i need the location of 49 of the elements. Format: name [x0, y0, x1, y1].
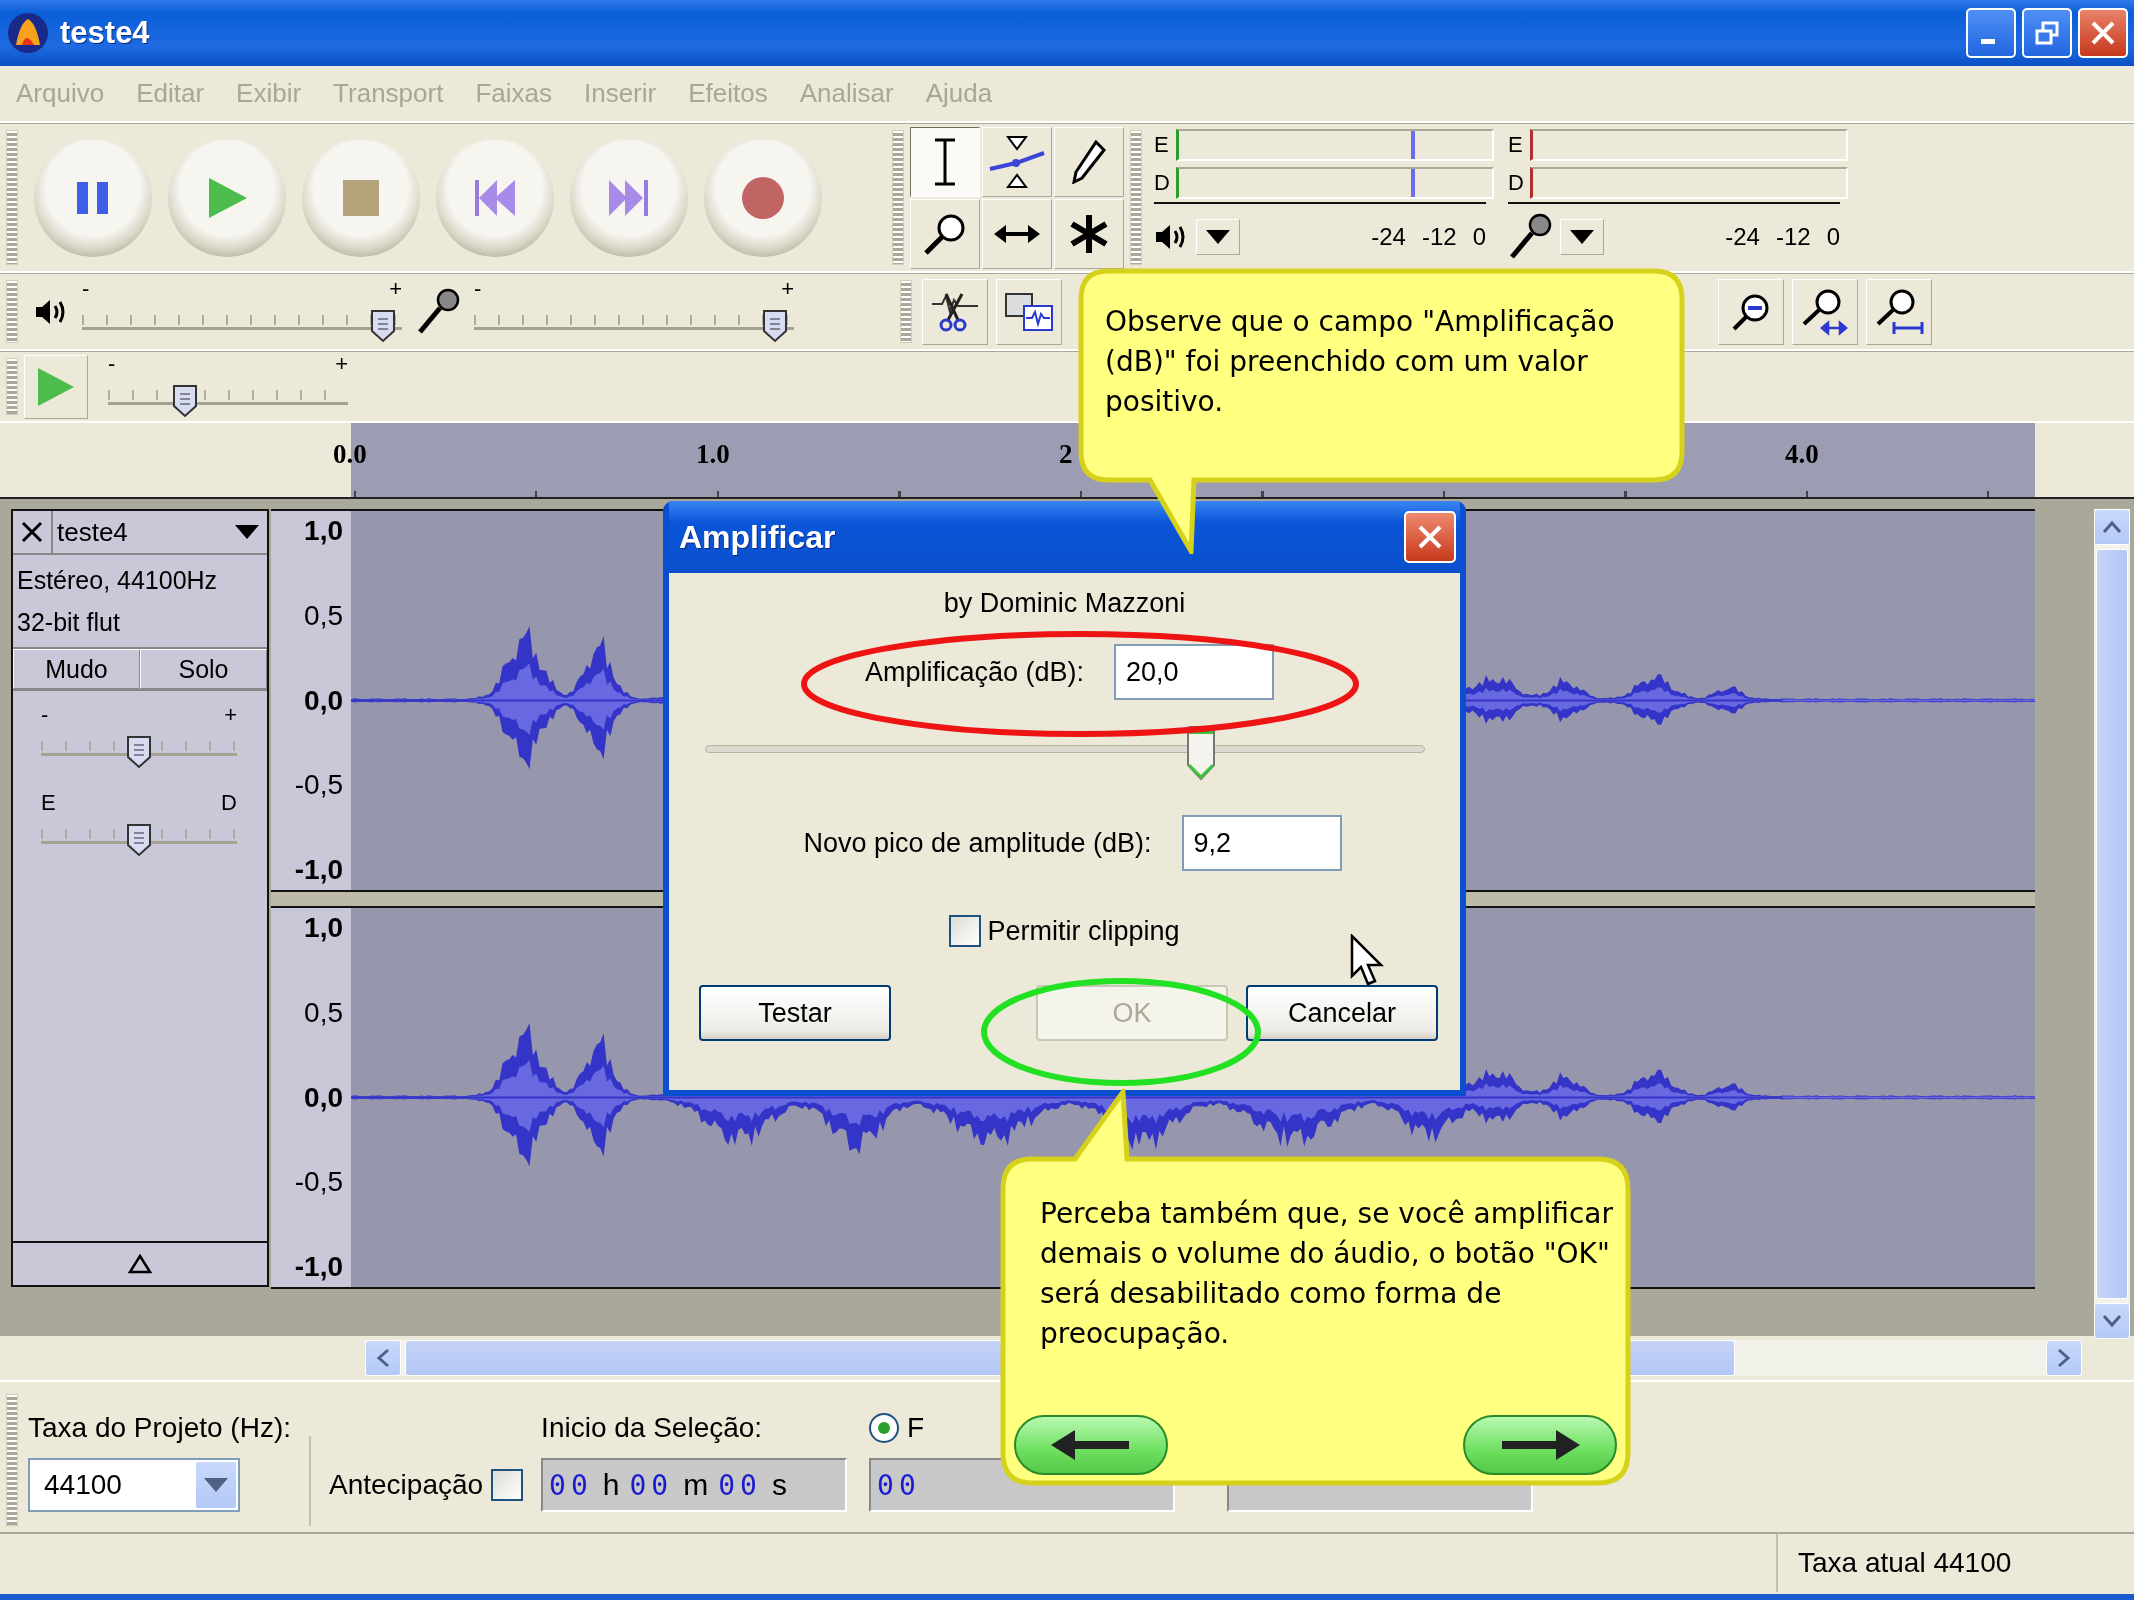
track-info: 32-bit flut — [17, 607, 121, 638]
callout-text: Observe que o campo "Amplificação (dB)" foi preenchido com um valor positivo. — [1105, 304, 1616, 420]
amplitude-label: -1,0 — [294, 1251, 343, 1283]
meter-scale-label: -12 — [1421, 223, 1457, 251]
minus-label: - — [108, 353, 116, 374]
minus-label: - — [41, 705, 49, 725]
channel-label: E — [1508, 132, 1524, 158]
amplitude-label: 1,0 — [304, 515, 343, 547]
plus-label: D — [221, 793, 237, 813]
amplitude-label: 1,0 — [304, 912, 343, 944]
project-rate-label: Taxa do Projeto (Hz): — [28, 1411, 291, 1445]
checkbox-label: Permitir clipping — [987, 915, 1180, 947]
plus-label: + — [224, 705, 237, 725]
callout-text: Perceba também que, se você amplificar demais o volume do áudio, o botão "OK" será desabilitado como forma de preocupação. — [1040, 1196, 1614, 1352]
amplitude-label: -0,5 — [294, 769, 343, 802]
meter-scale-label: 0 — [1826, 223, 1840, 251]
field-label: Novo pico de amplitude (dB): — [803, 827, 1152, 859]
track-info: Estéreo, 44100Hz — [17, 565, 219, 596]
amplitude-label: 0,5 — [304, 996, 343, 1029]
amplitude-label: 0,5 — [304, 599, 343, 632]
dialog-title: Amplificar — [679, 518, 836, 556]
ruler-label: 4.0 — [1785, 439, 1819, 470]
minus-label: E — [41, 793, 56, 813]
amplitude-label: -1,0 — [294, 854, 343, 886]
author-text: by Dominic Mazzoni — [943, 586, 1186, 620]
minus-label: - — [82, 278, 90, 299]
minus-label: - — [474, 278, 482, 299]
meter-scale-label: -24 — [1371, 223, 1406, 251]
amplitude-label: 0,0 — [304, 684, 343, 717]
ruler-label: 0.0 — [333, 439, 367, 470]
ruler-label: 2 — [1059, 439, 1073, 470]
channel-label: D — [1154, 170, 1171, 196]
channel-label: E — [1154, 132, 1170, 158]
field-label: Amplificação (dB): — [864, 656, 1085, 688]
amplitude-label: -0,5 — [294, 1166, 343, 1199]
meter-scale-label: -24 — [1725, 223, 1760, 251]
window-title: teste4 — [60, 15, 150, 51]
radio-label: F — [907, 1412, 925, 1444]
plus-label: + — [781, 278, 794, 299]
status-text: Taxa atual 44100 — [1776, 1534, 2134, 1592]
meter-scale-label: 0 — [1472, 223, 1486, 251]
selection-start-label: Inicio da Seleção: — [541, 1411, 764, 1445]
ruler-label: 1.0 — [696, 439, 730, 470]
plus-label: + — [335, 353, 348, 374]
amplitude-label: 0,0 — [304, 1081, 343, 1114]
meter-scale-label: -12 — [1775, 223, 1811, 251]
channel-label: D — [1508, 170, 1525, 196]
snap-label: Antecipação — [329, 1469, 484, 1501]
plus-label: + — [389, 278, 402, 299]
